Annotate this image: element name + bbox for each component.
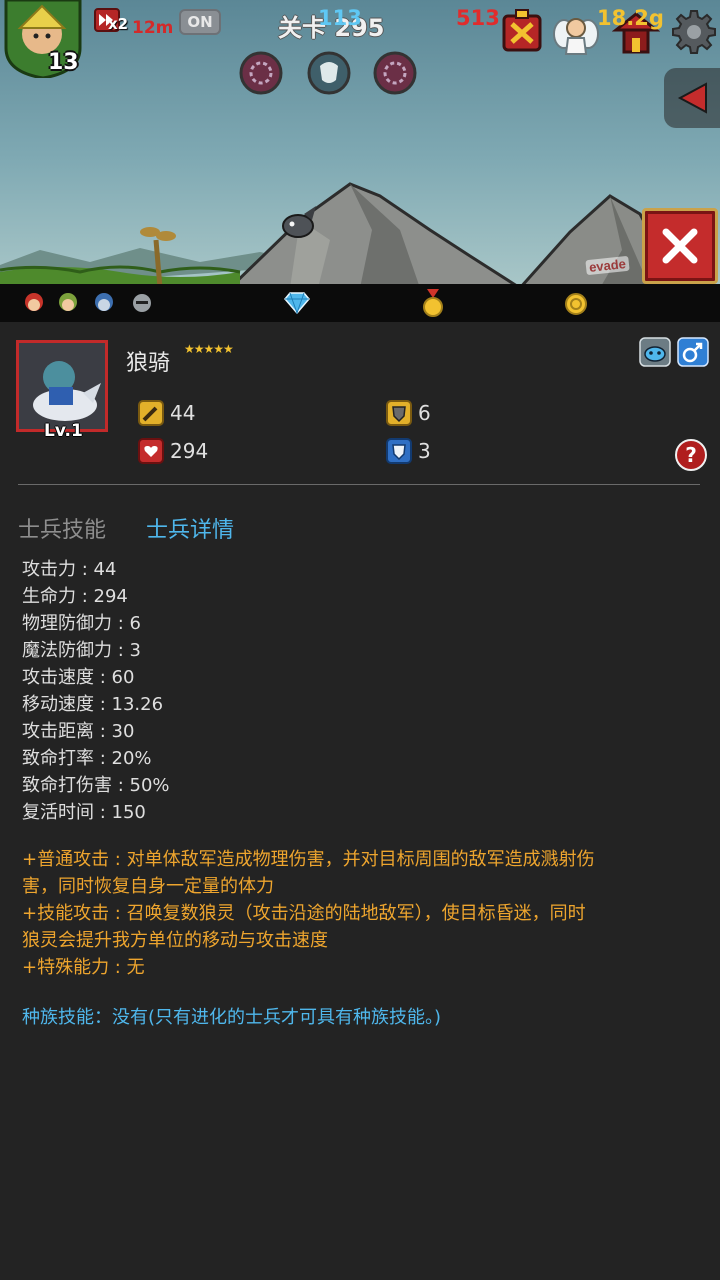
armor-shield-icon	[386, 400, 412, 426]
help-icon[interactable]: ?	[674, 438, 708, 472]
wolf-rider-portrait	[19, 343, 105, 429]
attribute-list: 攻击力 : 44 生命力 : 294 物理防御力 : 6 魔法防御力 : 3 攻…	[22, 556, 170, 826]
green-hero-icon[interactable]	[56, 290, 80, 316]
gold-coin-icon	[565, 293, 587, 315]
gem-icon	[284, 292, 310, 314]
skill-orb-icon[interactable]	[238, 50, 284, 96]
shield-orb-icon[interactable]	[306, 50, 352, 96]
collapse-panel-button[interactable]	[664, 68, 720, 128]
svg-text:?: ?	[685, 443, 697, 467]
angel-icon[interactable]	[552, 8, 600, 56]
description-line: +普通攻击 : 对单体敌军造成物理伤害，并对目标周围的敌军造成溅射伤	[22, 849, 595, 870]
attribute-row: 攻击力 : 44	[22, 559, 117, 580]
medal-count: 513	[456, 6, 500, 30]
attribute-row: 攻击速度 : 60	[22, 667, 135, 688]
auto-toggle[interactable]: ON	[179, 9, 221, 35]
gem-count: 113	[318, 6, 362, 30]
special-ability-description: +特殊能力 : 无	[22, 957, 145, 978]
description-line: 狼灵会提升我方单位的移动与攻击速度	[22, 930, 328, 951]
magic-defense-value: 3	[418, 439, 431, 463]
unit-level: Lv.1	[44, 421, 83, 441]
skill-attack-description: +技能攻击 : 召唤复数狼灵（攻击沿途的陆地敌军），使目标昏迷，同时 狼灵会提升…	[22, 900, 702, 954]
close-icon	[662, 228, 698, 264]
unit-portrait	[16, 340, 108, 432]
attribute-row: 生命力 : 294	[22, 586, 128, 607]
attack-value: 44	[170, 401, 196, 425]
normal-attack-description: +普通攻击 : 对单体敌军造成物理伤害，并对目标周围的敌军造成溅射伤 害，同时恢…	[22, 846, 702, 900]
description-line: +技能攻击 : 召唤复数狼灵（攻击沿途的陆地敌军），使目标昏迷，同时	[22, 903, 586, 924]
skill-orb-icon[interactable]	[372, 50, 418, 96]
attribute-row: 移动速度 : 13.26	[22, 694, 164, 715]
male-gender-icon[interactable]	[677, 337, 709, 367]
gear-icon[interactable]	[670, 8, 718, 56]
time-remaining: 12m	[132, 18, 174, 38]
tab-unit-details[interactable]: 士兵详情	[146, 512, 234, 544]
physical-defense-value: 6	[418, 401, 431, 425]
star-rating: ★★★★★	[184, 342, 234, 356]
speed-multiplier: x2	[108, 15, 129, 33]
magic-shield-icon	[386, 438, 412, 464]
knight-hero-icon[interactable]	[130, 290, 154, 316]
player-level: 13	[48, 50, 79, 75]
blue-hero-icon[interactable]	[92, 290, 116, 316]
description-line: 害，同时恢复自身一定量的体力	[22, 876, 274, 897]
heart-icon	[138, 438, 164, 464]
attribute-row: 物理防御力 : 6	[22, 613, 141, 634]
medal-icon	[423, 289, 443, 317]
attribute-row: 复活时间 : 150	[22, 802, 146, 823]
attribute-row: 致命打伤害 : 50%	[22, 775, 170, 796]
gold-count: 18.2g	[597, 6, 664, 30]
unit-name: 狼骑	[126, 351, 171, 376]
hp-value: 294	[170, 439, 209, 463]
divider	[18, 484, 700, 485]
close-button[interactable]	[642, 208, 718, 284]
unit-type-icon[interactable]	[639, 337, 671, 367]
race-skill-text: 种族技能：没有(只有进化的士兵才可具有种族技能。)	[22, 1007, 442, 1028]
red-hero-icon[interactable]	[22, 290, 46, 316]
left-arrow-icon	[677, 82, 707, 114]
attribute-row: 攻击距离 : 30	[22, 721, 135, 742]
attribute-row: 致命打率 : 20%	[22, 748, 152, 769]
tab-unit-skills[interactable]: 士兵技能	[18, 512, 106, 544]
attribute-row: 魔法防御力 : 3	[22, 640, 141, 661]
sword-icon	[138, 400, 164, 426]
guild-shield-icon[interactable]	[498, 8, 546, 56]
